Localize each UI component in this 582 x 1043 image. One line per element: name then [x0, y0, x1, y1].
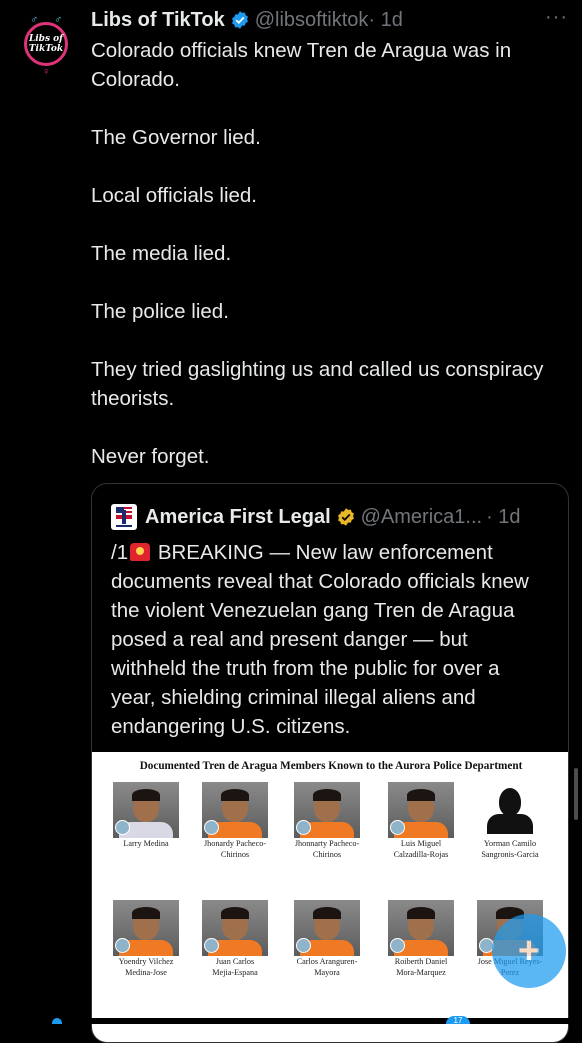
member-name-line1: Luis Miguel [400, 839, 442, 848]
mugshot-caption: Larry Medina [101, 838, 191, 849]
member-name-line2: Mejia-Espana [212, 968, 258, 977]
member-name-line1: Jhonardy Pacheco- [203, 839, 267, 848]
bottom-navigation: 17 [0, 1016, 582, 1025]
quoted-tweet-header: America First Legal @America1... · 1d [111, 502, 521, 532]
mugshot-caption: Luis Miguel Calzadilla-Rojas [376, 838, 466, 860]
author-handle[interactable]: @libsoftiktok [255, 9, 369, 32]
tweet-paragraph: Never forget. [91, 445, 210, 468]
member-name-line1: Larry Medina [123, 839, 169, 848]
verified-badge-icon[interactable] [230, 10, 250, 30]
mugshot-caption: Roiberth Daniel Mora-Marquez [376, 956, 466, 978]
member-name-line2: Mayora [314, 968, 340, 977]
america-first-legal-logo-icon [116, 507, 132, 527]
mugshot-caption: Jhonnarty Pacheco- Chirinos [282, 838, 372, 860]
quoted-author-avatar[interactable] [111, 504, 137, 530]
quoted-tweet-image[interactable]: Documented Tren de Aragua Members Known … [92, 752, 568, 1042]
tweet-paragraph: Colorado officials knew Tren de Aragua w… [91, 39, 512, 91]
member-name-line1: Carlos Aranguren- [296, 957, 358, 966]
mugshot-photo [388, 900, 454, 956]
mugshot-photo [294, 782, 360, 838]
mugshot-photo [113, 782, 179, 838]
female-symbol-icon: ♀ [42, 66, 51, 78]
quoted-tweet-text: /1 BREAKING — New law enforcement docume… [111, 538, 541, 741]
mugshot-photo [202, 782, 268, 838]
notification-badge[interactable]: 17 [446, 1016, 470, 1025]
member-name-line2: Mora-Marquez [396, 968, 446, 977]
tweet-paragraph: The police lied. [91, 300, 229, 323]
mugshot-photo [294, 900, 360, 956]
scrollbar[interactable] [574, 768, 578, 820]
mugshot-caption: Carlos Aranguren- Mayora [282, 956, 372, 978]
member-name-line2: Medina-Jose [125, 968, 167, 977]
member-name-line1: Juan Carlos [215, 957, 255, 966]
mugshot-caption: Jhonardy Pacheco- Chirinos [190, 838, 280, 860]
mugshot-caption: Yorman Camilo Sangronis-Garcia [465, 838, 555, 860]
member-name-line1: Roiberth Daniel [394, 957, 448, 966]
avatar-logo: Libs of TikTok [24, 22, 68, 66]
tweet-time[interactable]: · 1d [368, 9, 402, 32]
home-icon[interactable] [52, 1018, 62, 1024]
mugshot-photo [113, 900, 179, 956]
member-name-line1: Yorman Camilo [483, 839, 537, 848]
mugshot-photo [388, 782, 454, 838]
member-name-line2: Chirinos [220, 850, 250, 859]
quoted-tweet-time[interactable]: · 1d [486, 506, 520, 529]
plus-icon: + [517, 930, 541, 972]
member-name-line2: Sangronis-Garcia [481, 850, 539, 859]
tweet-paragraph: The Governor lied. [91, 126, 261, 149]
member-name-line2: Chirinos [312, 850, 342, 859]
tweet-paragraph: Local officials lied. [91, 184, 257, 207]
tweet-paragraph: The media lied. [91, 242, 232, 265]
document-title: Documented Tren de Aragua Members Known … [139, 760, 523, 772]
quoted-author-name[interactable]: America First Legal [145, 506, 331, 529]
mugshot-caption: Juan Carlos Mejia-Espana [190, 956, 280, 978]
quoted-tweet-prefix: /1 [111, 541, 129, 564]
siren-emoji-icon [130, 543, 151, 561]
mugshot-photo [477, 782, 543, 838]
tweet-text: Colorado officials knew Tren de Aragua w… [91, 36, 566, 471]
author-name[interactable]: Libs of TikTok [91, 9, 225, 32]
author-avatar[interactable]: ♂ ♂ Libs of TikTok ♀ [24, 14, 72, 78]
quoted-author-handle[interactable]: @America1... [361, 506, 482, 529]
avatar-text-line1: Libs of [28, 34, 64, 44]
member-name-line1: Yoendry Vilchez [118, 957, 174, 966]
quoted-tweet-body: BREAKING — New law enforcement documents… [111, 541, 529, 738]
tweet-paragraph: They tried gaslighting us and called us … [91, 358, 544, 410]
mugshot-photo [202, 900, 268, 956]
avatar-text-line2: TikTok [28, 44, 64, 54]
gold-verified-badge-icon[interactable] [336, 507, 356, 527]
compose-post-button[interactable]: + [492, 914, 566, 988]
member-name-line1: Jhonnarty Pacheco- [294, 839, 360, 848]
tweet-header: Libs of TikTok @libsoftiktok · 1d [91, 6, 562, 34]
member-name-line2: Calzadilla-Rojas [393, 850, 449, 859]
more-options-icon[interactable]: ··· [545, 6, 568, 29]
mugshot-caption: Yoendry Vilchez Medina-Jose [101, 956, 191, 978]
